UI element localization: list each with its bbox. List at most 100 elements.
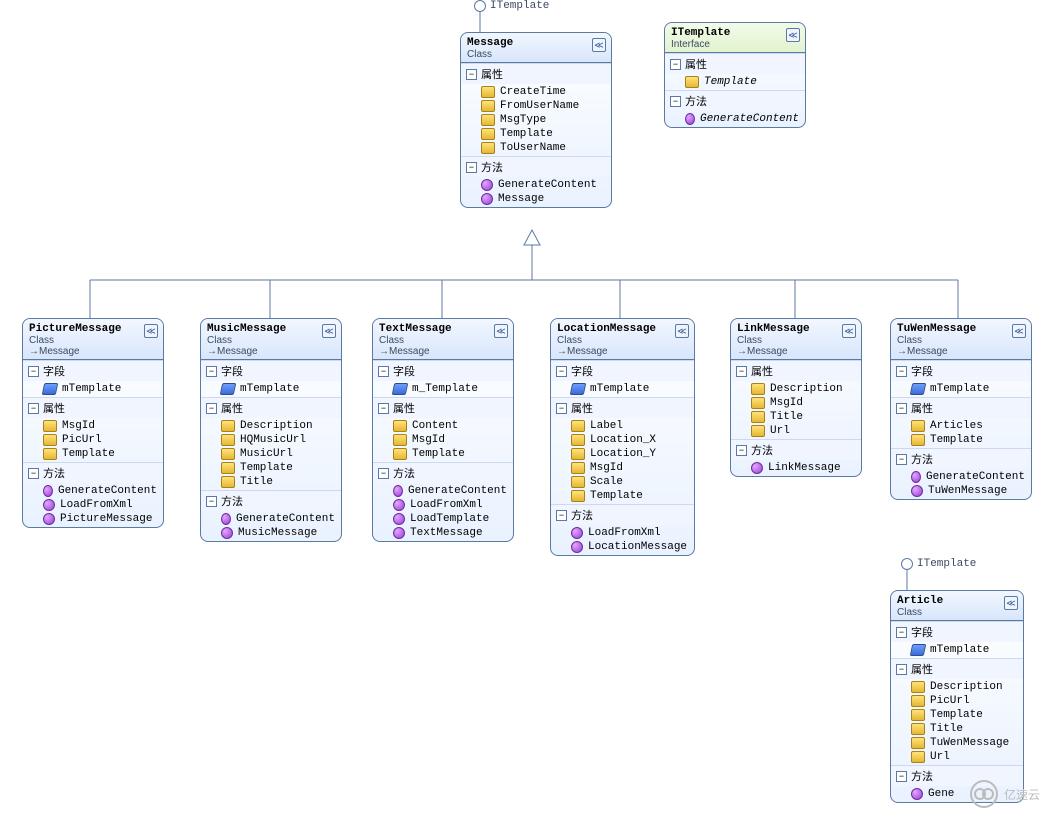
collapse-chevron-icon[interactable]: ≪ [494, 324, 508, 338]
member-item[interactable]: LinkMessage [731, 461, 861, 475]
expand-toggle-icon[interactable]: − [896, 454, 907, 465]
section-header-props[interactable]: −属性 [551, 398, 694, 418]
expand-toggle-icon[interactable]: − [896, 664, 907, 675]
member-item[interactable]: Template [23, 447, 163, 461]
member-item[interactable]: PicUrl [23, 433, 163, 447]
member-item[interactable]: LoadFromXml [23, 498, 163, 512]
member-item[interactable]: LoadFromXml [373, 498, 513, 512]
member-item[interactable]: Template [201, 461, 341, 475]
section-header-props[interactable]: −属性 [23, 398, 163, 418]
member-item[interactable]: MusicMessage [201, 526, 341, 540]
section-header-props[interactable]: −属性 [891, 659, 1023, 679]
class-box-linkmessage[interactable]: LinkMessageClass→Message≪−属性DescriptionM… [730, 318, 862, 477]
expand-toggle-icon[interactable]: − [556, 510, 567, 521]
member-item[interactable]: Scale [551, 475, 694, 489]
expand-toggle-icon[interactable]: − [670, 59, 681, 70]
class-box-message[interactable]: MessageClass≪−属性CreateTimeFromUserNameMs… [460, 32, 612, 208]
member-item[interactable]: GenerateContent [665, 112, 805, 126]
member-item[interactable]: TuWenMessage [891, 736, 1023, 750]
member-item[interactable]: mTemplate [201, 382, 341, 396]
member-item[interactable]: mTemplate [891, 643, 1023, 657]
expand-toggle-icon[interactable]: − [736, 366, 747, 377]
member-item[interactable]: Template [551, 489, 694, 503]
expand-toggle-icon[interactable]: − [670, 96, 681, 107]
section-header-methods[interactable]: −方法 [373, 463, 513, 483]
section-header-props[interactable]: −属性 [891, 398, 1031, 418]
member-item[interactable]: TuWenMessage [891, 484, 1031, 498]
section-header-fields[interactable]: −字段 [373, 361, 513, 381]
class-box-musicmessage[interactable]: MusicMessageClass→Message≪−字段mTemplate−属… [200, 318, 342, 542]
member-item[interactable]: FromUserName [461, 99, 611, 113]
member-item[interactable]: mTemplate [551, 382, 694, 396]
expand-toggle-icon[interactable]: − [378, 403, 389, 414]
expand-toggle-icon[interactable]: − [28, 468, 39, 479]
section-header-methods[interactable]: −方法 [731, 440, 861, 460]
collapse-chevron-icon[interactable]: ≪ [1012, 324, 1026, 338]
section-header-fields[interactable]: −字段 [551, 361, 694, 381]
expand-toggle-icon[interactable]: − [896, 771, 907, 782]
expand-toggle-icon[interactable]: − [896, 403, 907, 414]
member-item[interactable]: mTemplate [891, 382, 1031, 396]
member-item[interactable]: MusicUrl [201, 447, 341, 461]
collapse-chevron-icon[interactable]: ≪ [786, 28, 800, 42]
member-item[interactable]: GenerateContent [373, 484, 513, 498]
member-item[interactable]: GenerateContent [891, 470, 1031, 484]
member-item[interactable]: m_Template [373, 382, 513, 396]
section-header-fields[interactable]: −字段 [201, 361, 341, 381]
section-header-fields[interactable]: −字段 [23, 361, 163, 381]
member-item[interactable]: Description [731, 382, 861, 396]
collapse-chevron-icon[interactable]: ≪ [1004, 596, 1018, 610]
class-box-textmessage[interactable]: TextMessageClass→Message≪−字段m_Template−属… [372, 318, 514, 542]
expand-toggle-icon[interactable]: − [206, 366, 217, 377]
member-item[interactable]: LocationMessage [551, 540, 694, 554]
class-box-picturemessage[interactable]: PictureMessageClass→Message≪−字段mTemplate… [22, 318, 164, 528]
expand-toggle-icon[interactable]: − [736, 445, 747, 456]
member-item[interactable]: Location_Y [551, 447, 694, 461]
member-item[interactable]: Message [461, 192, 611, 206]
section-header-props[interactable]: −属性 [201, 398, 341, 418]
member-item[interactable]: MsgId [23, 419, 163, 433]
collapse-chevron-icon[interactable]: ≪ [592, 38, 606, 52]
member-item[interactable]: MsgId [373, 433, 513, 447]
expand-toggle-icon[interactable]: − [378, 468, 389, 479]
member-item[interactable]: MsgType [461, 113, 611, 127]
expand-toggle-icon[interactable]: − [378, 366, 389, 377]
collapse-chevron-icon[interactable]: ≪ [842, 324, 856, 338]
section-header-props[interactable]: −属性 [373, 398, 513, 418]
class-box-locationmessage[interactable]: LocationMessageClass→Message≪−字段mTemplat… [550, 318, 695, 556]
member-item[interactable]: Description [201, 419, 341, 433]
member-item[interactable]: Template [891, 433, 1031, 447]
expand-toggle-icon[interactable]: − [28, 403, 39, 414]
section-header-props[interactable]: −属性 [731, 361, 861, 381]
member-item[interactable]: LoadFromXml [551, 526, 694, 540]
member-item[interactable]: Url [891, 750, 1023, 764]
member-item[interactable]: Articles [891, 419, 1031, 433]
expand-toggle-icon[interactable]: − [206, 496, 217, 507]
member-item[interactable]: Location_X [551, 433, 694, 447]
section-header-props[interactable]: −属性 [461, 64, 611, 84]
section-header-methods[interactable]: −方法 [551, 505, 694, 525]
member-item[interactable]: Template [891, 708, 1023, 722]
expand-toggle-icon[interactable]: − [466, 69, 477, 80]
member-item[interactable]: Template [373, 447, 513, 461]
member-item[interactable]: HQMusicUrl [201, 433, 341, 447]
member-item[interactable]: Content [373, 419, 513, 433]
member-item[interactable]: GenerateContent [201, 512, 341, 526]
member-item[interactable]: LoadTemplate [373, 512, 513, 526]
expand-toggle-icon[interactable]: − [896, 627, 907, 638]
section-header-methods[interactable]: −方法 [891, 449, 1031, 469]
member-item[interactable]: GenerateContent [461, 178, 611, 192]
member-item[interactable]: Title [201, 475, 341, 489]
class-box-article[interactable]: ArticleClass≪−字段mTemplate−属性DescriptionP… [890, 590, 1024, 803]
member-item[interactable]: Label [551, 419, 694, 433]
member-item[interactable]: Title [891, 722, 1023, 736]
member-item[interactable]: Description [891, 680, 1023, 694]
section-header-props[interactable]: −属性 [665, 54, 805, 74]
section-header-methods[interactable]: −方法 [461, 157, 611, 177]
expand-toggle-icon[interactable]: − [206, 403, 217, 414]
collapse-chevron-icon[interactable]: ≪ [144, 324, 158, 338]
member-item[interactable]: PictureMessage [23, 512, 163, 526]
collapse-chevron-icon[interactable]: ≪ [322, 324, 336, 338]
expand-toggle-icon[interactable]: − [556, 403, 567, 414]
expand-toggle-icon[interactable]: − [466, 162, 477, 173]
